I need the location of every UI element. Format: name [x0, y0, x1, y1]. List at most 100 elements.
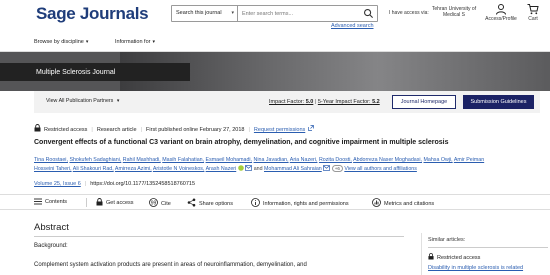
view-all-authors-link[interactable]: View all authors and affiliations: [344, 166, 417, 172]
author-link[interactable]: Rahil Mashhadi,: [123, 157, 161, 163]
similar-access-status: Restricted access: [428, 253, 480, 261]
access-profile-button[interactable]: Access/Profile: [483, 3, 519, 22]
author-link[interactable]: Tina Roostaei,: [34, 157, 68, 163]
contents-button[interactable]: Contents: [34, 198, 67, 205]
main-nav: Browse by discipline ▾ Information for ▾: [0, 36, 550, 52]
nav-information-for[interactable]: Information for ▾: [115, 39, 155, 45]
nav-browse-label: Browse by discipline: [34, 39, 84, 45]
abstract-heading: Abstract: [34, 222, 69, 233]
site-logo[interactable]: Sage Journals: [36, 4, 149, 24]
five-year-impact-value: 5.2: [372, 99, 380, 105]
author-link[interactable]: Abdorreza Naser Moghadasi,: [353, 157, 422, 163]
publish-date: First published online February 27, 2018: [146, 127, 245, 133]
abstract-text: Complement system activation products ar…: [34, 262, 307, 268]
access-profile-label: Access/Profile: [485, 16, 517, 22]
similar-articles-panel: Similar articles: Restricted access Disa…: [421, 233, 550, 275]
lock-icon: [34, 124, 41, 132]
author-line-1: Tina Roostaei, Shokufeh Sadaghiani, Rahi…: [34, 156, 546, 165]
similar-divider: [428, 247, 548, 248]
chevron-down-icon: ▾: [231, 10, 234, 16]
similar-access-label: Restricted access: [437, 255, 481, 261]
lock-icon: [428, 253, 434, 260]
chevron-down-icon: ▾: [85, 39, 89, 45]
article-type: Research article: [96, 127, 137, 133]
similar-article-link[interactable]: Disability in multiple sclerosis is rela…: [428, 265, 523, 271]
lock-icon: [96, 198, 103, 206]
email-icon[interactable]: [323, 164, 331, 171]
publication-partners-toggle[interactable]: View All Publication Partners ▾: [46, 98, 119, 104]
share-label: Share options: [199, 201, 233, 207]
contents-label: Contents: [45, 199, 68, 205]
author-link[interactable]: Mahsa Owji,: [424, 157, 453, 163]
email-icon[interactable]: [245, 164, 253, 171]
author-link[interactable]: Rozita Doosti,: [319, 157, 352, 163]
impact-factor-label: Impact Factor:: [269, 99, 305, 105]
author-link[interactable]: Mohammad Ali Sahraian: [264, 166, 322, 172]
advanced-search-link[interactable]: Advanced search: [331, 23, 374, 29]
search-bar: Search this journal ▾: [171, 5, 378, 22]
cart-button[interactable]: Cart: [518, 3, 548, 22]
metrics-citations-button[interactable]: Metrics and citations: [372, 198, 434, 207]
author-link[interactable]: Shokufeh Sadaghiani,: [69, 157, 121, 163]
get-access-label: Get access: [106, 200, 134, 206]
access-via-label: I have access via:: [389, 10, 429, 16]
background-label: Background:: [34, 243, 68, 249]
author-link[interactable]: Amir Peiman: [454, 157, 484, 163]
institution-name[interactable]: Tehran University of Medical S: [428, 6, 480, 18]
search-input[interactable]: [239, 6, 359, 21]
author-line-2: Hosseini Taheri, Ali Shakouri Rad, Amirr…: [34, 164, 546, 174]
journal-homepage-button[interactable]: Journal Homepage: [392, 95, 456, 109]
author-link[interactable]: Aristotle N Voineskos,: [153, 166, 205, 172]
nav-browse-by-discipline[interactable]: Browse by discipline ▾: [34, 39, 88, 45]
info-rights-label: Information, rights and permissions: [263, 201, 349, 207]
author-link[interactable]: Arash Nazeri: [206, 166, 237, 172]
submission-guidelines-button[interactable]: Submission Guidelines: [463, 95, 534, 109]
similar-articles-heading: Similar articles:: [428, 237, 466, 243]
cite-label: Cite: [161, 201, 171, 207]
cite-button[interactable]: 99 Cite: [149, 198, 171, 207]
impact-factor-link[interactable]: Impact Factor: 5.0: [269, 99, 313, 105]
access-status: Restricted access: [44, 127, 88, 133]
external-link-icon: [307, 125, 314, 131]
author-link[interactable]: Aria Nazeri,: [290, 157, 318, 163]
author-link[interactable]: Amirreza Azimi,: [115, 166, 152, 172]
more-authors-badge[interactable]: +6: [331, 164, 343, 172]
cart-icon: [527, 4, 539, 15]
article-meta: Restricted access | Research article | First…: [34, 124, 314, 133]
author-link[interactable]: Masih Falahatian,: [162, 157, 204, 163]
journal-info-bar: View All Publication Partners ▾ Impact F…: [34, 91, 540, 113]
partners-label: View All Publication Partners: [46, 98, 114, 104]
abstract-divider: [34, 236, 404, 237]
doi-text[interactable]: https://doi.org/10.1177/1352458518760715: [90, 181, 195, 187]
share-options-button[interactable]: Share options: [187, 198, 233, 207]
search-scope-select[interactable]: Search this journal ▾: [172, 6, 238, 21]
svg-text:99: 99: [151, 201, 157, 207]
search-scope-label: Search this journal: [176, 10, 222, 16]
volume-issue-link[interactable]: Volume 25, Issue 6: [34, 181, 81, 187]
get-access-button[interactable]: Get access: [96, 198, 134, 206]
toolbar-divider: [86, 198, 87, 207]
quote-icon: 99: [149, 198, 158, 207]
info-rights-button[interactable]: Information, rights and permissions: [251, 198, 349, 207]
impact-factor-value: 5.0: [305, 99, 314, 105]
citation-line: Volume 25, Issue 6 | https://doi.org/10.11…: [34, 181, 196, 187]
site-header: Sage Journals Search this journal ▾ Adva…: [0, 0, 550, 36]
journal-title[interactable]: Multiple Sclerosis Journal: [36, 69, 115, 76]
author-list: Tina Roostaei, Shokufeh Sadaghiani, Rahi…: [34, 156, 546, 173]
five-year-impact-link[interactable]: 5-Year Impact Factor: 5.2: [318, 99, 380, 105]
orcid-icon[interactable]: [237, 164, 244, 171]
article-title: Convergent effects of a functional C3 va…: [34, 139, 449, 146]
search-icon[interactable]: [363, 8, 374, 19]
author-link[interactable]: Ali Shakouri Rad,: [73, 166, 114, 172]
author-link[interactable]: Esmaeil Mohamadi,: [206, 157, 253, 163]
metrics-label: Metrics and citations: [384, 201, 435, 207]
impact-factors: Impact Factor: 5.0 | 5-Year Impact Facto…: [269, 99, 380, 105]
and-connector: and: [253, 165, 263, 172]
info-icon: [251, 198, 260, 207]
author-link[interactable]: Hosseini Taheri,: [34, 166, 72, 172]
request-permissions-link[interactable]: Request permissions: [254, 127, 305, 133]
chevron-down-icon: ▾: [116, 98, 120, 104]
user-icon: [496, 4, 506, 15]
list-icon: [34, 198, 42, 205]
author-link[interactable]: Nina Javadian,: [254, 157, 289, 163]
